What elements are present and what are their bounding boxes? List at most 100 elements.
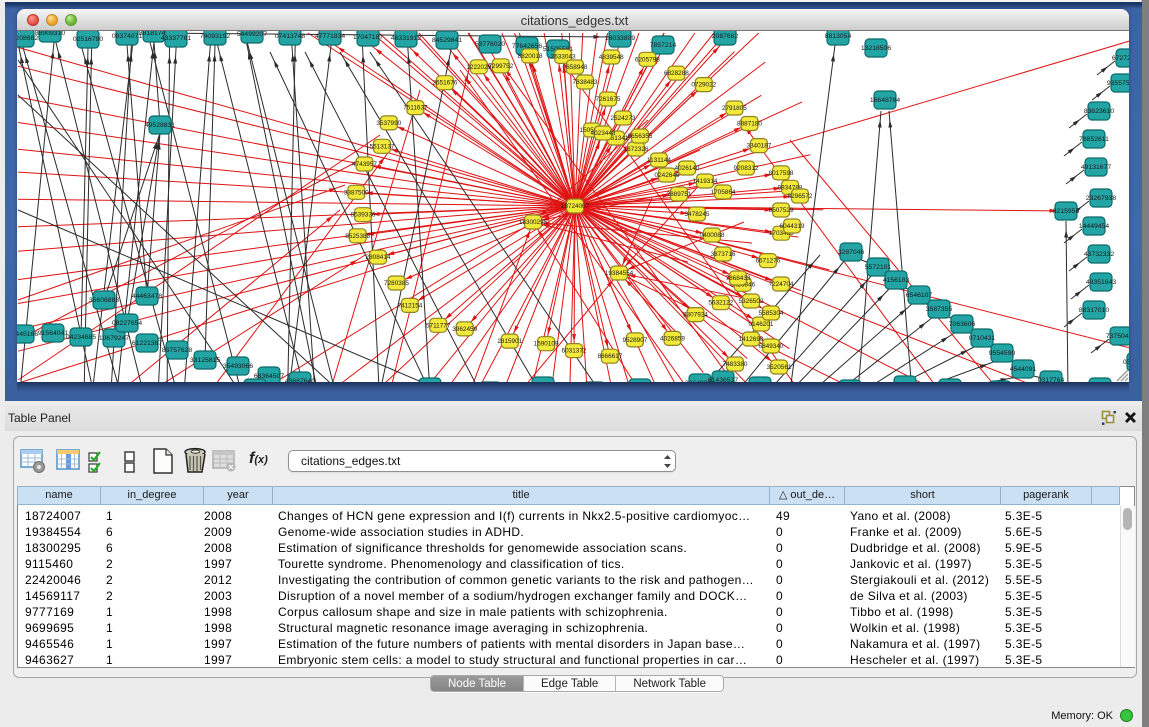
svg-text:73750431: 73750431 — [1106, 333, 1129, 340]
svg-text:1590109: 1590109 — [534, 341, 559, 348]
svg-text:5513137: 5513137 — [370, 143, 395, 150]
svg-text:49131677: 49131677 — [1081, 164, 1111, 171]
svg-text:2815901: 2815901 — [497, 338, 522, 345]
svg-text:7299752: 7299752 — [488, 63, 513, 70]
svg-text:0710431: 0710431 — [969, 335, 996, 342]
svg-text:8296572: 8296572 — [788, 193, 813, 200]
svg-text:3307924: 3307924 — [683, 312, 708, 319]
svg-text:4023448: 4023448 — [591, 130, 616, 137]
svg-text:4544091: 4544091 — [1010, 366, 1037, 373]
svg-text:6671276: 6671276 — [755, 258, 780, 265]
svg-text:3537990: 3537990 — [376, 120, 401, 127]
svg-text:88317010: 88317010 — [1079, 307, 1109, 314]
svg-text:88909310: 88909310 — [35, 31, 65, 37]
svg-text:53776020: 53776020 — [475, 41, 505, 48]
svg-text:43337761: 43337761 — [161, 35, 191, 42]
svg-text:7280385: 7280385 — [384, 280, 409, 287]
svg-text:03993158: 03993158 — [1123, 359, 1129, 366]
svg-text:9208312: 9208312 — [734, 165, 759, 172]
svg-text:2889751: 2889751 — [667, 191, 692, 198]
svg-text:19384554: 19384554 — [605, 270, 634, 277]
svg-text:3873716: 3873716 — [711, 251, 736, 258]
svg-text:4839548: 4839548 — [599, 54, 624, 61]
svg-text:5711777: 5711777 — [426, 322, 451, 329]
svg-text:5585304: 5585304 — [759, 310, 784, 317]
svg-text:6849340: 6849340 — [759, 343, 784, 350]
svg-text:5572101: 5572101 — [865, 264, 892, 271]
svg-text:1672326: 1672326 — [624, 146, 649, 153]
svg-text:7868433: 7868433 — [726, 275, 751, 282]
svg-text:9554590: 9554590 — [989, 350, 1016, 357]
svg-text:16033809: 16033809 — [605, 35, 635, 42]
svg-text:6031372: 6031372 — [562, 348, 587, 355]
svg-text:43732332: 43732332 — [1084, 251, 1114, 258]
svg-text:6205798: 6205798 — [635, 56, 660, 63]
svg-text:5632122: 5632122 — [708, 300, 733, 307]
svg-text:8887180: 8887180 — [737, 121, 762, 128]
svg-text:83757628: 83757628 — [162, 347, 192, 354]
svg-text:1131144: 1131144 — [647, 157, 671, 164]
svg-text:2651676: 2651676 — [432, 80, 457, 87]
svg-text:47771834: 47771834 — [315, 33, 345, 40]
svg-text:8813054: 8813054 — [825, 33, 852, 40]
svg-text:6044319: 6044319 — [780, 223, 805, 230]
svg-text:1412690: 1412690 — [739, 336, 764, 343]
svg-text:6546107: 6546107 — [906, 292, 933, 299]
svg-text:30445166: 30445166 — [17, 331, 38, 338]
svg-text:3962459: 3962459 — [452, 326, 477, 333]
svg-text:4026859: 4026859 — [660, 335, 685, 342]
svg-text:9528907: 9528907 — [622, 337, 647, 344]
svg-text:3287046: 3287046 — [838, 249, 865, 256]
svg-text:33125815: 33125815 — [190, 357, 220, 364]
svg-text:02516780: 02516780 — [73, 36, 103, 43]
svg-text:7483380: 7483380 — [723, 361, 748, 368]
svg-text:8656355: 8656355 — [628, 133, 653, 140]
svg-text:08227654: 08227654 — [112, 320, 142, 327]
svg-text:23267938: 23267938 — [1086, 195, 1116, 202]
svg-text:2791805: 2791805 — [722, 105, 747, 112]
svg-text:8525388: 8525388 — [345, 233, 370, 240]
svg-text:8017598: 8017598 — [769, 170, 794, 177]
svg-text:18300295: 18300295 — [519, 219, 548, 226]
svg-text:6828288: 6828288 — [664, 70, 689, 77]
svg-text:35606883: 35606883 — [89, 297, 119, 304]
svg-text:8215958: 8215958 — [1053, 208, 1080, 215]
svg-text:78852611: 78852611 — [1079, 136, 1109, 143]
svg-text:04234685: 04234685 — [66, 334, 96, 341]
svg-text:18724007: 18724007 — [561, 203, 590, 210]
svg-text:67272042: 67272042 — [1112, 55, 1129, 62]
svg-text:54499207: 54499207 — [237, 31, 267, 38]
svg-text:3587355: 3587355 — [926, 306, 953, 313]
svg-text:2633043: 2633043 — [551, 53, 576, 60]
svg-text:0658948: 0658948 — [563, 64, 588, 71]
svg-text:7838483: 7838483 — [573, 79, 598, 86]
svg-text:8539336: 8539336 — [351, 212, 376, 219]
svg-text:08374071: 08374071 — [112, 33, 142, 40]
svg-text:2087682: 2087682 — [712, 33, 739, 40]
svg-text:7511637: 7511637 — [403, 105, 428, 112]
svg-text:4743957: 4743957 — [352, 161, 377, 168]
svg-text:16648784: 16648784 — [870, 97, 900, 104]
svg-text:3387500: 3387500 — [344, 189, 369, 196]
svg-text:61221387: 61221387 — [132, 340, 162, 347]
svg-text:8666617: 8666617 — [597, 353, 622, 360]
svg-text:2808414: 2808414 — [366, 254, 391, 261]
svg-text:07413748: 07413748 — [275, 33, 305, 40]
svg-text:84529841: 84529841 — [432, 37, 462, 44]
svg-text:14449454: 14449454 — [1079, 223, 1109, 230]
svg-text:1705864: 1705864 — [711, 189, 736, 196]
svg-text:0729022: 0729022 — [691, 82, 716, 89]
svg-text:7063606: 7063606 — [949, 321, 976, 328]
svg-text:17047187: 17047187 — [353, 34, 383, 41]
svg-text:0146201: 0146201 — [749, 321, 774, 328]
svg-text:7224704: 7224704 — [769, 281, 794, 288]
svg-text:13218506: 13218506 — [861, 45, 891, 52]
svg-text:91564041: 91564041 — [38, 330, 68, 337]
svg-text:3340187: 3340187 — [746, 143, 771, 150]
svg-text:7412154: 7412154 — [397, 302, 422, 309]
svg-text:7857214: 7857214 — [650, 42, 677, 49]
svg-text:49351643: 49351643 — [1086, 279, 1116, 286]
svg-text:44463478: 44463478 — [132, 293, 162, 300]
svg-text:0242646: 0242646 — [655, 172, 680, 179]
svg-text:83623610: 83623610 — [1084, 108, 1114, 115]
